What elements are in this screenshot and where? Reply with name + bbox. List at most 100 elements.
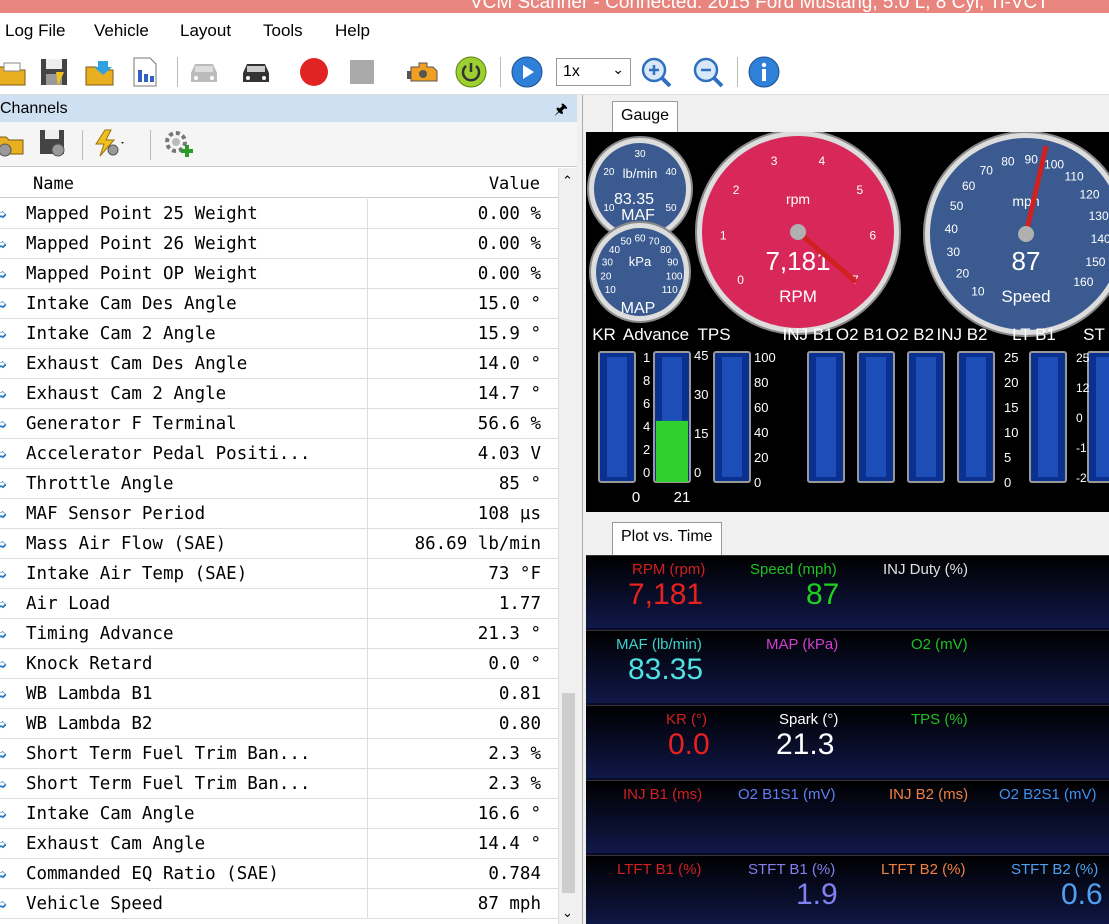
- export-icon[interactable]: [82, 54, 118, 90]
- save-channels-icon[interactable]: [35, 125, 71, 161]
- tab-plot-vs-time[interactable]: Plot vs. Time: [612, 522, 722, 555]
- vehicle-connect-icon[interactable]: [238, 54, 274, 90]
- column-name[interactable]: Name: [33, 174, 74, 194]
- table-row[interactable]: ➭ Exhaust Cam Des Angle 14.0 °: [0, 349, 558, 379]
- bar-tick: 0: [1076, 411, 1083, 425]
- bar-label: O2 B2: [886, 325, 934, 344]
- plot-value: 7,181: [628, 578, 704, 611]
- channel-name: Exhaust Cam 2 Angle: [26, 384, 227, 404]
- zoom-in-icon[interactable]: [638, 54, 674, 90]
- bar-gauge-glow: [866, 357, 886, 477]
- gauge-canvas: 1020304050lb/min83.35MAF1020304050 60 7080…: [587, 132, 1109, 506]
- channel-name: Throttle Angle: [26, 474, 174, 494]
- table-row[interactable]: ➭ Accelerator Pedal Positi... 4.03 V: [0, 439, 558, 469]
- table-row[interactable]: ➭ Short Term Fuel Trim Ban... 2.3 %: [0, 769, 558, 799]
- map-label: MAP: [621, 300, 656, 317]
- channel-value: 21.3 °: [477, 624, 541, 644]
- table-row[interactable]: ➭ Generator F Terminal 56.6 %: [0, 409, 558, 439]
- table-row[interactable]: ➭ Vehicle Speed 87 mph: [0, 889, 558, 919]
- save-icon[interactable]: [36, 54, 72, 90]
- plot-label: LTFT B2 (%): [881, 861, 966, 878]
- stop-icon[interactable]: [344, 54, 380, 90]
- open-channels-icon[interactable]: [0, 125, 28, 161]
- table-row[interactable]: ➭ Exhaust Cam 2 Angle 14.7 °: [0, 379, 558, 409]
- table-row[interactable]: ➭ Intake Cam 2 Angle 15.9 °: [0, 319, 558, 349]
- power-icon[interactable]: [453, 54, 489, 90]
- bar-tick: 0: [754, 475, 761, 490]
- bar-gauge-glow: [722, 357, 742, 477]
- plot-label: TPS (%): [911, 711, 968, 728]
- plot-label: INJ Duty (%): [883, 561, 969, 578]
- channel-arrow-icon: ➭: [0, 205, 8, 225]
- gauge-tick: 10: [605, 285, 617, 296]
- pin-icon[interactable]: 🖈: [554, 99, 568, 124]
- channel-arrow-icon: ➭: [0, 625, 8, 645]
- menu-help[interactable]: Help: [335, 21, 370, 41]
- menu-tools[interactable]: Tools: [263, 21, 303, 41]
- channel-arrow-icon: ➭: [0, 415, 8, 435]
- channel-name: Short Term Fuel Trim Ban...: [26, 774, 311, 794]
- table-row[interactable]: ➭ Knock Retard 0.0 °: [0, 649, 558, 679]
- record-icon[interactable]: [296, 54, 332, 90]
- table-row[interactable]: ➭ Short Term Fuel Trim Ban... 2.3 %: [0, 739, 558, 769]
- menu-log-file[interactable]: Log File: [5, 21, 65, 41]
- table-row[interactable]: ➭ Mapped Point OP Weight 0.00 %: [0, 259, 558, 289]
- plot-value: 83.35: [628, 653, 704, 686]
- table-row[interactable]: ➭ MAF Sensor Period 108 µs: [0, 499, 558, 529]
- info-icon[interactable]: [746, 54, 782, 90]
- table-row[interactable]: ➭ Intake Cam Des Angle 15.0 °: [0, 289, 558, 319]
- playback-speed-select[interactable]: 1x ⌄: [556, 58, 631, 86]
- play-icon[interactable]: [509, 54, 545, 90]
- channel-value-cell: 14.4 °: [367, 829, 558, 859]
- table-row[interactable]: ➭ Mass Air Flow (SAE) 86.69 lb/min: [0, 529, 558, 559]
- channels-scrollbar[interactable]: ⌃ ⌄: [558, 168, 577, 924]
- menu-layout[interactable]: Layout: [180, 21, 231, 41]
- engine-icon[interactable]: [405, 54, 441, 90]
- table-row[interactable]: ➭ Intake Air Temp (SAE) 73 °F: [0, 559, 558, 589]
- channel-value: 0.00 %: [477, 264, 541, 284]
- report-icon[interactable]: [127, 54, 163, 90]
- scroll-thumb[interactable]: [562, 693, 575, 893]
- bar-label: LT B1: [1012, 325, 1056, 344]
- table-row[interactable]: ➭ WB Lambda B2 0.80: [0, 709, 558, 739]
- channel-value: 15.0 °: [477, 294, 541, 314]
- tab-gauge[interactable]: Gauge: [612, 101, 679, 132]
- plot-value: 21.3: [776, 728, 835, 761]
- table-row[interactable]: ➭ Mapped Point 26 Weight 0.00 %: [0, 229, 558, 259]
- gauge-tick: 90: [1025, 152, 1039, 166]
- open-icon[interactable]: [0, 54, 30, 90]
- scroll-up-icon[interactable]: ⌃: [562, 173, 573, 189]
- table-row[interactable]: ➭ Exhaust Cam Angle 14.4 °: [0, 829, 558, 859]
- channel-action-icon[interactable]: [90, 125, 126, 161]
- channel-arrow-icon: ➭: [0, 865, 8, 885]
- table-row[interactable]: ➭ WB Lambda B1 0.81: [0, 679, 558, 709]
- zoom-out-icon[interactable]: [690, 54, 726, 90]
- gauge-tick: 90: [667, 257, 679, 268]
- channel-value-cell: 0.00 %: [367, 229, 558, 259]
- menu-vehicle[interactable]: Vehicle: [94, 21, 149, 41]
- channel-value-cell: 73 °F: [367, 559, 558, 589]
- table-row[interactable]: ➭ Commanded EQ Ratio (SAE) 0.784: [0, 859, 558, 889]
- gauge-tick: 140: [1091, 232, 1109, 246]
- table-row[interactable]: ➭ Intake Cam Angle 16.6 °: [0, 799, 558, 829]
- channel-name: Exhaust Cam Des Angle: [26, 354, 248, 374]
- gauge-tick: 150: [1085, 255, 1105, 269]
- gauge-tick: 110: [1065, 170, 1084, 184]
- table-row[interactable]: ➭ Air Load 1.77: [0, 589, 558, 619]
- table-row[interactable]: ➭ Mapped Point 25 Weight 0.00 %: [0, 199, 558, 229]
- plot-row: LTFT B1 (%) STFT B1 (%) 1.9 LTFT B2 (%) STFT…: [586, 855, 1109, 924]
- channel-value-cell: 4.03 V: [367, 439, 558, 469]
- bar-gauge-glow: [607, 357, 627, 477]
- table-row[interactable]: ➭ Throttle Angle 85 °: [0, 469, 558, 499]
- channel-name: MAF Sensor Period: [26, 504, 206, 524]
- channel-value: 56.6 %: [477, 414, 541, 434]
- table-row[interactable]: ➭ Timing Advance 21.3 °: [0, 619, 558, 649]
- scroll-down-icon[interactable]: ⌄: [562, 905, 573, 921]
- column-value[interactable]: Value: [489, 174, 540, 194]
- vehicle-disconnect-icon[interactable]: [186, 54, 222, 90]
- channel-value: 87 mph: [477, 894, 541, 914]
- bar-tick: 60: [754, 400, 768, 415]
- channel-name: Generator F Terminal: [26, 414, 237, 434]
- add-channel-icon[interactable]: [160, 125, 196, 161]
- speed-hub: [1018, 226, 1034, 242]
